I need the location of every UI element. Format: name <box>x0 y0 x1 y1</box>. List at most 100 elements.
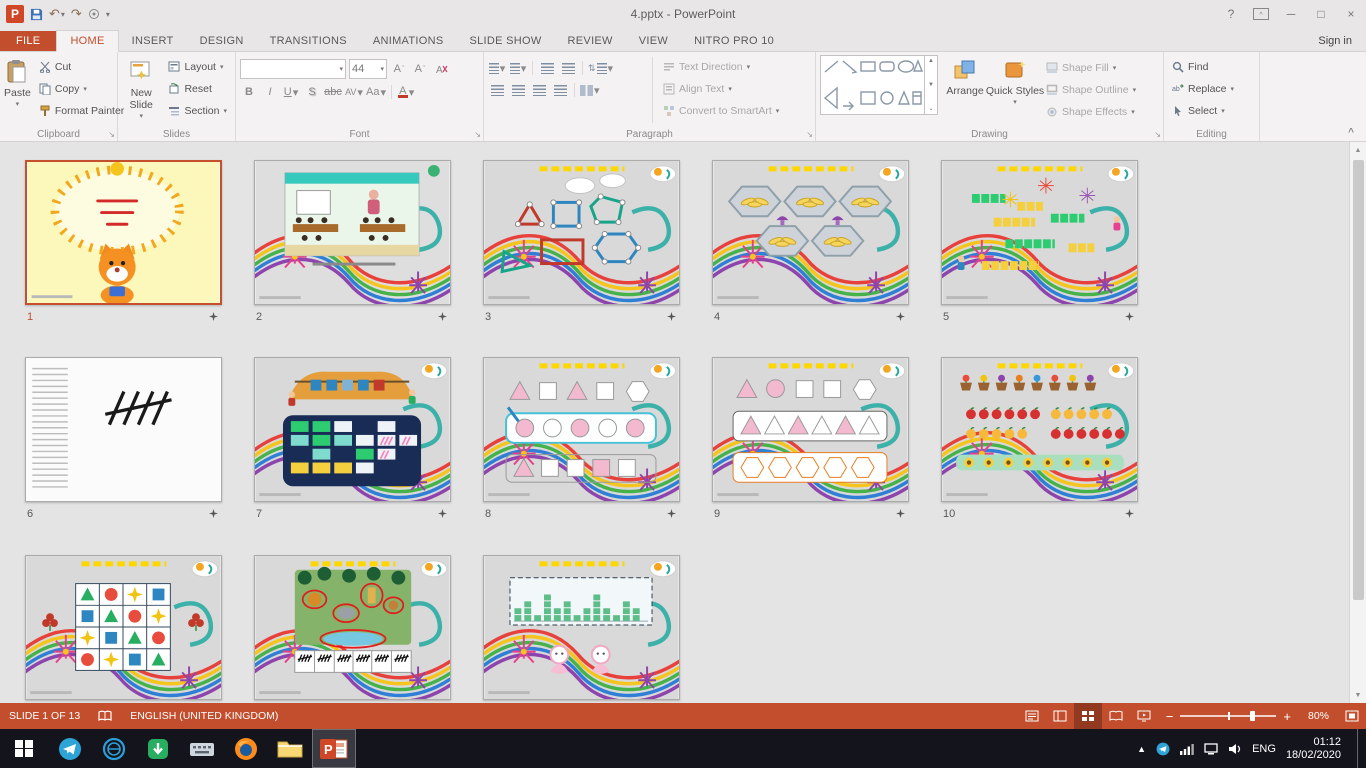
slide-area-scrollbar[interactable]: ▲ ▼ <box>1349 142 1366 703</box>
tray-telegram-icon[interactable] <box>1156 742 1170 756</box>
tab-transitions[interactable]: TRANSITIONS <box>257 31 360 51</box>
slide-thumbnail-8[interactable] <box>483 357 680 502</box>
slide-thumbnail-1[interactable] <box>25 160 222 305</box>
taskbar-keyboard-button[interactable] <box>180 729 224 768</box>
clear-formatting-button[interactable]: A <box>432 60 450 78</box>
tab-insert[interactable]: INSERT <box>119 31 187 51</box>
slide-thumbnail-2[interactable] <box>254 160 451 305</box>
close-button[interactable]: × <box>1336 0 1366 28</box>
slide-thumbnail-11[interactable] <box>25 555 222 700</box>
sign-in-link[interactable]: Sign in <box>1304 31 1366 51</box>
text-shadow-button[interactable]: S <box>303 83 321 101</box>
text-direction-button[interactable]: Text Direction▾ <box>659 57 783 77</box>
convert-to-smartart-button[interactable]: Convert to SmartArt▾ <box>659 101 783 121</box>
line-spacing-button[interactable]: ⇅▾ <box>588 59 613 77</box>
start-button[interactable] <box>0 729 48 768</box>
find-button[interactable]: Find <box>1168 57 1238 77</box>
shapes-gallery-scrollbar[interactable]: ▲ ▼ ⌄ <box>924 56 937 114</box>
increase-indent-button[interactable] <box>559 59 577 77</box>
taskbar-powerpoint-button[interactable]: P <box>312 729 356 768</box>
underline-button[interactable]: U▾ <box>282 83 300 101</box>
layout-button[interactable]: Layout▾ <box>164 57 231 77</box>
decrease-indent-button[interactable] <box>538 59 556 77</box>
slide-sorter-view-button[interactable] <box>1074 703 1102 729</box>
scrollbar-thumb[interactable] <box>1353 160 1364 600</box>
cut-button[interactable]: Cut <box>35 57 128 77</box>
paste-button[interactable]: Paste▾ <box>4 55 31 125</box>
section-button[interactable]: Section▾ <box>164 101 231 121</box>
shapes-more-icon[interactable]: ⌄ <box>928 105 933 112</box>
slide-thumbnail-4[interactable] <box>712 160 909 305</box>
slide-thumbnail-12[interactable] <box>254 555 451 700</box>
tray-volume-icon[interactable] <box>1228 743 1242 755</box>
select-button[interactable]: Select▾ <box>1168 101 1238 121</box>
drawing-dialog-launcher[interactable]: ↘ <box>1154 131 1161 139</box>
tray-network-icon[interactable] <box>1204 743 1218 755</box>
taskbar-firefox-button[interactable] <box>224 729 268 768</box>
customize-qat-icon[interactable]: ▾ <box>106 10 110 19</box>
normal-view-button[interactable] <box>1046 703 1074 729</box>
shape-fill-button[interactable]: Shape Fill▾ <box>1042 58 1140 78</box>
quick-styles-button[interactable]: Quick Styles▾ <box>992 55 1038 125</box>
bold-button[interactable]: B <box>240 83 258 101</box>
shapes-scroll-up-icon[interactable]: ▲ <box>928 58 934 64</box>
justify-button[interactable] <box>551 81 569 99</box>
tab-design[interactable]: DESIGN <box>187 31 257 51</box>
shapes-scroll-down-icon[interactable]: ▼ <box>928 82 934 88</box>
tab-review[interactable]: REVIEW <box>555 31 626 51</box>
shapes-gallery[interactable]: ▲ ▼ ⌄ <box>820 55 938 115</box>
shape-outline-button[interactable]: Shape Outline▾ <box>1042 80 1140 100</box>
numbering-button[interactable]: ▾ <box>509 59 527 77</box>
zoom-slider[interactable] <box>1180 715 1276 717</box>
slide-show-button[interactable] <box>1130 703 1158 729</box>
reading-view-button[interactable] <box>1102 703 1130 729</box>
character-spacing-button[interactable]: AV▾ <box>345 83 363 101</box>
taskbar-telegram-button[interactable] <box>48 729 92 768</box>
ribbon-display-options-button[interactable]: ^ <box>1246 0 1276 28</box>
bullets-button[interactable]: ▾ <box>488 59 506 77</box>
slide-thumbnail-6[interactable] <box>25 357 222 502</box>
slide-thumbnail-10[interactable] <box>941 357 1138 502</box>
spell-check-button[interactable] <box>89 703 121 729</box>
slide-thumbnail-13[interactable] <box>483 555 680 700</box>
zoom-level[interactable]: 80% <box>1299 703 1338 729</box>
scrollbar-up-icon[interactable]: ▲ <box>1350 142 1366 158</box>
italic-button[interactable]: I <box>261 83 279 101</box>
font-name-combo[interactable]: ▾ <box>240 59 346 79</box>
tray-expand-icon[interactable]: ▲ <box>1137 744 1146 754</box>
scrollbar-down-icon[interactable]: ▼ <box>1350 687 1366 703</box>
align-center-button[interactable] <box>509 81 527 99</box>
shrink-font-button[interactable]: Aˇ <box>411 60 429 78</box>
arrange-button[interactable]: Arrange <box>942 55 988 125</box>
format-painter-button[interactable]: Format Painter <box>35 101 128 121</box>
taskbar-file-explorer-button[interactable] <box>268 729 312 768</box>
notes-button[interactable] <box>1018 703 1046 729</box>
strikethrough-button[interactable]: abc <box>324 83 342 101</box>
clipboard-dialog-launcher[interactable]: ↘ <box>108 131 115 139</box>
font-color-button[interactable]: A ▾ <box>397 83 415 101</box>
columns-button[interactable]: ▾ <box>580 81 600 99</box>
zoom-slider-thumb[interactable] <box>1250 711 1255 721</box>
save-icon[interactable] <box>30 8 43 21</box>
shape-effects-button[interactable]: Shape Effects▾ <box>1042 102 1140 122</box>
font-size-input[interactable] <box>352 63 378 75</box>
redo-icon[interactable]: ↷ <box>71 6 82 22</box>
paragraph-dialog-launcher[interactable]: ↘ <box>806 131 813 139</box>
replace-button[interactable]: ab Replace▾ <box>1168 79 1238 99</box>
tray-signal-icon[interactable] <box>1180 743 1194 755</box>
maximize-button[interactable]: □ <box>1306 0 1336 28</box>
grow-font-button[interactable]: Aˆ <box>390 60 408 78</box>
minimize-button[interactable]: ─ <box>1276 0 1306 28</box>
reset-button[interactable]: Reset <box>164 79 231 99</box>
undo-icon[interactable]: ↶▾ <box>49 6 65 22</box>
align-text-button[interactable]: Align Text▾ <box>659 79 783 99</box>
font-dialog-launcher[interactable]: ↘ <box>474 131 481 139</box>
help-button[interactable]: ? <box>1216 0 1246 28</box>
zoom-out-button[interactable]: − <box>1166 709 1174 724</box>
tray-clock[interactable]: 01:12 18/02/2020 <box>1286 736 1347 762</box>
align-right-button[interactable] <box>530 81 548 99</box>
taskbar-idm-button[interactable] <box>136 729 180 768</box>
copy-button[interactable]: Copy▾ <box>35 79 128 99</box>
font-name-input[interactable] <box>243 63 337 75</box>
tray-language-indicator[interactable]: ENG <box>1252 743 1276 755</box>
